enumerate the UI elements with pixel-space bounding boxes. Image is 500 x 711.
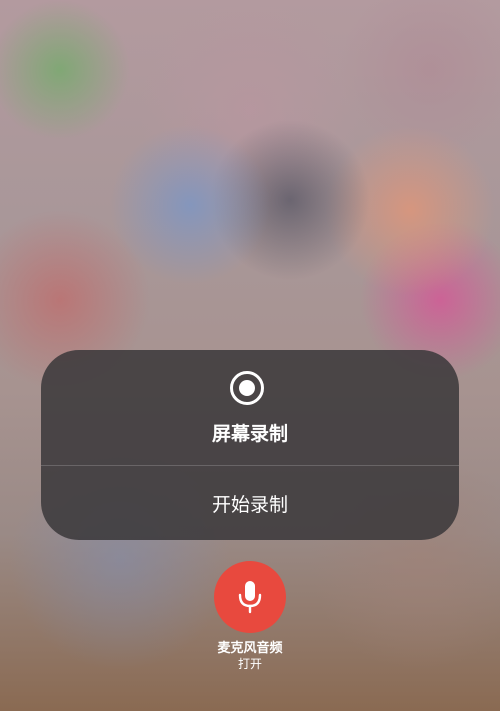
- screen-recording-panel: 屏幕录制 开始录制: [41, 350, 459, 540]
- microphone-toggle-button[interactable]: [214, 561, 286, 633]
- microphone-status: 打开: [237, 657, 262, 671]
- panel-header: 屏幕录制: [41, 350, 459, 465]
- start-recording-button[interactable]: 开始录制: [41, 466, 459, 540]
- record-icon: [230, 371, 264, 405]
- panel-title: 屏幕录制: [211, 423, 288, 445]
- microphone-icon: [238, 581, 262, 614]
- screen-recording-overlay: 屏幕录制 开始录制 麦克风音频 打开: [0, 0, 500, 711]
- start-recording-label: 开始录制: [211, 493, 288, 516]
- microphone-label: 麦克风音频: [217, 641, 283, 656]
